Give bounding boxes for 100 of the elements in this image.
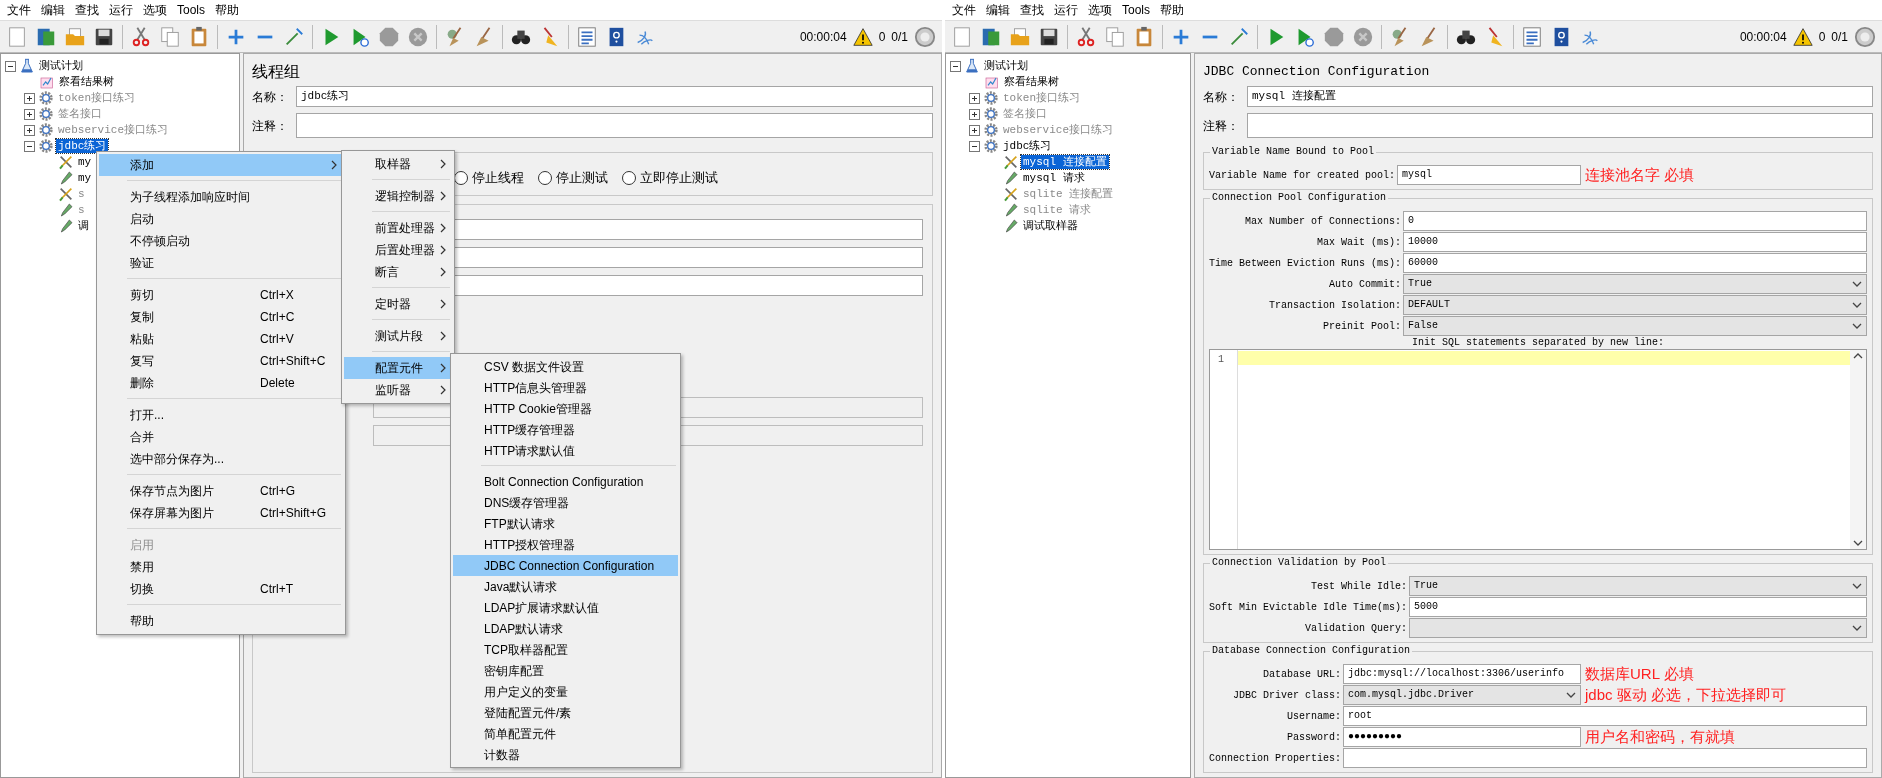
status-indicator-icon[interactable] — [914, 25, 936, 48]
scissors-icon[interactable] — [130, 25, 152, 48]
menu-item[interactable]: 配置元件 — [344, 357, 452, 379]
menu-item[interactable]: 选中部分保存为... — [99, 448, 343, 470]
menu-item[interactable]: 帮助 — [99, 610, 343, 632]
list-icon[interactable] — [1521, 25, 1543, 48]
menu-bar-item[interactable]: 帮助 — [1155, 1, 1189, 19]
scissors-icon[interactable] — [1075, 25, 1097, 48]
menu-item[interactable]: 测试片段 — [344, 325, 452, 347]
menu-item[interactable]: LDAP扩展请求默认值 — [453, 597, 678, 618]
menu-bar-item[interactable]: 运行 — [104, 1, 138, 19]
radio-button[interactable]: 立即停止测试 — [622, 168, 718, 188]
menu-item[interactable]: 前置处理器 — [344, 217, 452, 239]
menu-item[interactable]: 逻辑控制器 — [344, 185, 452, 207]
menu-item[interactable]: 验证 — [99, 252, 343, 274]
chevron-down-icon[interactable] — [1853, 540, 1863, 546]
tree-item[interactable]: 调 — [76, 219, 91, 233]
menu-bar-item[interactable]: 文件 — [2, 1, 36, 19]
menu-bar-item[interactable]: 编辑 — [981, 1, 1015, 19]
tree-item[interactable]: mysql 请求 — [1021, 171, 1087, 185]
blank-page-icon[interactable] — [951, 25, 973, 48]
tree-item[interactable]: 测试计划 — [982, 59, 1030, 73]
tree-item[interactable]: mysql 连接配置 — [1021, 155, 1109, 169]
menu-bar-item[interactable]: 运行 — [1049, 1, 1083, 19]
menu-item[interactable]: Bolt Connection Configuration — [453, 471, 678, 492]
menu-item[interactable]: 禁用 — [99, 556, 343, 578]
collapse-toggle-icon[interactable] — [969, 140, 980, 152]
tree-item[interactable]: my — [76, 155, 94, 169]
menu-item[interactable]: 不停顿启动 — [99, 230, 343, 252]
tree-item[interactable]: 察看结果树 — [1002, 75, 1061, 89]
password-field[interactable]: ●●●●●●●●● — [1343, 727, 1581, 747]
radio-button[interactable]: 停止测试 — [538, 168, 608, 188]
input-field[interactable]: mysql 连接配置 — [1247, 86, 1873, 107]
input-field[interactable]: 0 — [1403, 211, 1867, 231]
warning-icon[interactable] — [852, 26, 873, 47]
copy-icon[interactable] — [159, 25, 181, 48]
dropdown[interactable]: com.mysql.jdbc.Driver — [1343, 685, 1581, 705]
menu-item[interactable]: JDBC Connection Configuration — [453, 555, 678, 576]
menu-item[interactable]: Java默认请求 — [453, 576, 678, 597]
input-field[interactable]: 5000 — [1409, 597, 1867, 617]
tree-item[interactable]: my — [76, 171, 94, 185]
menu-item[interactable]: HTTP授权管理器 — [453, 534, 678, 555]
menu-item[interactable]: HTTP信息头管理器 — [453, 377, 678, 398]
folder-icon[interactable] — [64, 25, 86, 48]
menu-item[interactable]: 复制 Ctrl+C — [99, 306, 343, 328]
input-field[interactable]: jdbc:mysql://localhost:3306/userinfo — [1343, 664, 1581, 684]
input-field[interactable] — [296, 113, 933, 138]
menu-item[interactable]: HTTP缓存管理器 — [453, 419, 678, 440]
menu-item[interactable]: 启动 — [99, 208, 343, 230]
menu-item[interactable]: 用户定义的变量 — [453, 681, 678, 702]
menu-item[interactable]: 计数器 — [453, 744, 678, 765]
shutdown-icon[interactable] — [407, 25, 429, 48]
tree-item[interactable]: jdbc练习 — [1001, 139, 1054, 153]
wand-icon[interactable] — [1228, 25, 1250, 48]
shutdown-icon[interactable] — [1352, 25, 1374, 48]
input-field[interactable]: root — [1343, 706, 1867, 726]
code-editor[interactable]: 1 — [1209, 349, 1867, 550]
warning-icon[interactable] — [1792, 26, 1813, 47]
blank-page-icon[interactable] — [6, 25, 28, 48]
scrollbar[interactable] — [1850, 350, 1866, 549]
copy-icon[interactable] — [1104, 25, 1126, 48]
input-field[interactable] — [1247, 113, 1873, 138]
menu-bar-item[interactable]: 选项 — [138, 1, 172, 19]
folder-icon[interactable] — [1009, 25, 1031, 48]
dropdown[interactable]: True — [1403, 274, 1867, 294]
stop-icon[interactable] — [1323, 25, 1345, 48]
menu-item[interactable]: 删除 Delete — [99, 372, 343, 394]
menu-item[interactable]: 定时器 — [344, 293, 452, 315]
menu-item[interactable]: HTTP请求默认值 — [453, 440, 678, 461]
wand-icon[interactable] — [283, 25, 305, 48]
tree-item[interactable]: 察看结果树 — [57, 75, 116, 89]
menu-item[interactable]: 密钥库配置 — [453, 660, 678, 681]
tree-item[interactable]: 调试取样器 — [1021, 219, 1080, 233]
dropdown[interactable]: False — [1403, 316, 1867, 336]
menu-bar-item[interactable]: Tools — [172, 1, 210, 19]
menu-item[interactable]: 取样器 — [344, 153, 452, 175]
tree-item[interactable]: jdbc练习 — [56, 139, 109, 153]
collapse-toggle-icon[interactable] — [950, 60, 961, 72]
menu-item[interactable]: 添加 — [99, 154, 343, 176]
input-field[interactable]: 60000 — [1403, 253, 1867, 273]
list-icon[interactable] — [576, 25, 598, 48]
menu-item[interactable]: 登陆配置元件/素 — [453, 702, 678, 723]
menu-item[interactable]: LDAP默认请求 — [453, 618, 678, 639]
menu-bar-item[interactable]: Tools — [1117, 1, 1155, 19]
tree-item[interactable]: 测试计划 — [37, 59, 85, 73]
menu-item[interactable]: 监听器 — [344, 379, 452, 401]
menu-item[interactable]: 简单配置元件 — [453, 723, 678, 744]
menu-bar-item[interactable]: 帮助 — [210, 1, 244, 19]
menu-item[interactable]: DNS缓存管理器 — [453, 492, 678, 513]
menu-bar-item[interactable]: 查找 — [1015, 1, 1049, 19]
chevron-up-icon[interactable] — [1853, 353, 1863, 359]
input-field[interactable]: 10000 — [1403, 232, 1867, 252]
menu-item[interactable]: 复写 Ctrl+Shift+C — [99, 350, 343, 372]
menu-item[interactable]: 断言 — [344, 261, 452, 283]
menu-item[interactable]: 剪切 Ctrl+X — [99, 284, 343, 306]
menu-item[interactable]: 保存节点为图片 Ctrl+G — [99, 480, 343, 502]
stop-icon[interactable] — [378, 25, 400, 48]
menu-item[interactable]: 后置处理器 — [344, 239, 452, 261]
menu-item[interactable]: 为子线程添加响应时间 — [99, 186, 343, 208]
menu-bar-item[interactable]: 查找 — [70, 1, 104, 19]
